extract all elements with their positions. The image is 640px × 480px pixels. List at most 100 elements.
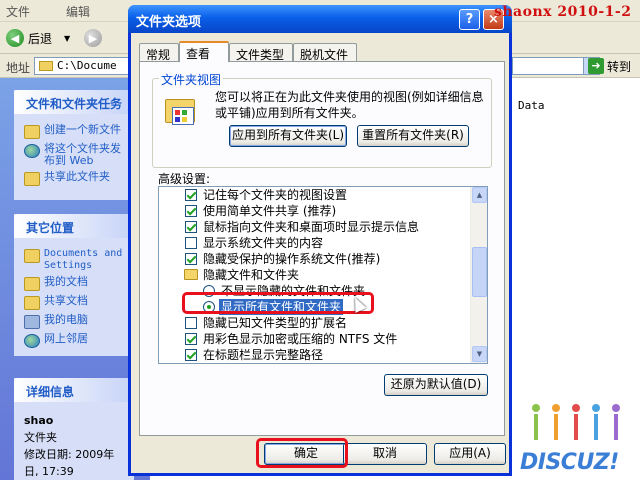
logo-figure-icon — [610, 404, 622, 444]
logo-figure-icon — [590, 404, 602, 444]
task-label: 共享此文件夹 — [44, 170, 110, 183]
task-label: 创建一个新文件 — [44, 123, 121, 136]
setting-label: 隐藏已知文件类型的扩展名 — [203, 316, 348, 330]
forward-arrow-icon[interactable]: ▶ — [84, 29, 102, 47]
restore-defaults-button[interactable]: 还原为默认值(D) — [384, 374, 488, 396]
place-documents-settings[interactable]: Documents and Settings — [14, 246, 134, 274]
watermark: shaonx 2010-1-2 — [494, 4, 632, 20]
discuz-logo: DISCUZ! — [520, 390, 638, 478]
checkbox[interactable] — [185, 221, 197, 233]
folder-icon — [24, 249, 40, 263]
setting-hide-protected[interactable]: 隐藏受保护的操作系统文件(推荐) — [159, 251, 469, 267]
my-documents-icon — [24, 277, 40, 291]
logo-figure-icon — [570, 404, 582, 444]
setting-label: 用彩色显示加密或压缩的 NTFS 文件 — [203, 332, 398, 346]
folder-icon — [184, 269, 198, 280]
setting-simple-sharing[interactable]: 使用简单文件共享 (推荐) — [159, 203, 469, 219]
place-label: Documents and Settings — [44, 248, 123, 271]
tab-general[interactable]: 常规 — [139, 43, 179, 62]
address-dropdown-field[interactable]: ▼ — [512, 57, 600, 75]
address-input[interactable]: C:\Docume — [34, 57, 134, 75]
place-label: 我的文档 — [44, 275, 88, 288]
tab-view[interactable]: 查看 — [179, 41, 229, 62]
back-button[interactable]: ◀ 后退 ▼ — [6, 27, 70, 49]
setting-color-ntfs[interactable]: 用彩色显示加密或压缩的 NTFS 文件 — [159, 331, 469, 347]
scroll-up-icon[interactable]: ▲ — [472, 187, 487, 203]
view-tab-panel: 文件夹视图 您可以将正在为此文件夹使用的视图(例如详细信息或平铺)应用到所有文件… — [139, 61, 505, 436]
reset-all-folders-button[interactable]: 重置所有文件夹(R) — [357, 125, 469, 147]
place-shared-documents[interactable]: 共享文档 — [14, 293, 134, 312]
advanced-settings-label: 高级设置: — [158, 172, 211, 186]
tab-file-types[interactable]: 文件类型 — [229, 43, 293, 62]
menu-file[interactable]: 文件 — [6, 3, 30, 20]
address-label: 地址 — [6, 61, 31, 75]
folder-views-group: 文件夹视图 您可以将正在为此文件夹使用的视图(例如详细信息或平铺)应用到所有文件… — [152, 71, 492, 168]
setting-system-folders[interactable]: 显示系统文件夹的内容 — [159, 235, 469, 251]
checkbox[interactable] — [185, 317, 197, 329]
folder-views-icon — [163, 95, 199, 129]
folder-options-dialog: 文件夹选项 ? × 常规 查看 文件类型 脱机文件 文件夹视图 您可以将正在为此… — [128, 5, 512, 476]
place-network[interactable]: 网上邻居 — [14, 331, 134, 350]
cancel-button[interactable]: 取消 — [343, 443, 427, 465]
apply-button[interactable]: 应用(A) — [434, 443, 506, 465]
scroll-down-icon[interactable]: ▼ — [472, 346, 487, 362]
checkbox[interactable] — [185, 349, 197, 361]
places-panel-title[interactable]: 其它位置 — [14, 214, 134, 238]
new-folder-icon — [24, 125, 40, 139]
task-label: 将这个文件夹发布到 Web — [44, 142, 121, 167]
place-my-computer[interactable]: 我的电脑 — [14, 312, 134, 331]
back-label: 后退 — [28, 31, 53, 46]
dialog-titlebar[interactable]: 文件夹选项 ? × — [128, 5, 512, 33]
tab-offline-files[interactable]: 脱机文件 — [293, 43, 357, 62]
setting-label: 记住每个文件夹的视图设置 — [203, 188, 348, 202]
setting-remember-view[interactable]: 记住每个文件夹的视图设置 — [159, 187, 469, 203]
checkbox[interactable] — [185, 205, 197, 217]
tasks-panel-title[interactable]: 文件和文件夹任务 — [14, 90, 134, 114]
logo-figure-icon — [550, 404, 562, 444]
details-panel-title[interactable]: 详细信息 — [14, 378, 134, 402]
folder-views-title: 文件夹视图 — [159, 71, 224, 88]
logo-figure-icon — [530, 404, 542, 444]
task-publish-web[interactable]: 将这个文件夹发布到 Web — [14, 141, 134, 169]
task-share-folder[interactable]: 共享此文件夹 — [14, 169, 134, 188]
folder-views-description: 您可以将正在为此文件夹使用的视图(例如详细信息或平铺)应用到所有文件夹。 — [215, 90, 484, 120]
back-dropdown-icon[interactable]: ▼ — [64, 34, 70, 43]
setting-label: 鼠标指向文件夹和桌面项时显示提示信息 — [203, 220, 420, 234]
checkbox[interactable] — [185, 237, 197, 249]
place-label: 我的电脑 — [44, 313, 88, 326]
place-label: 网上邻居 — [44, 332, 88, 345]
checkbox[interactable] — [185, 189, 197, 201]
shared-documents-icon — [24, 296, 40, 310]
scroll-thumb[interactable] — [472, 247, 487, 297]
setting-label: 隐藏文件和文件夹 — [203, 268, 300, 282]
setting-label: 显示系统文件夹的内容 — [203, 236, 324, 250]
places-panel: 其它位置 Documents and Settings 我的文档 共享文档 我的… — [14, 214, 134, 356]
detail-name: shao — [24, 414, 54, 427]
checkbox[interactable] — [185, 253, 197, 265]
annotation-highlight-show-all — [182, 292, 374, 314]
menu-edit[interactable]: 编辑 — [66, 3, 90, 20]
setting-show-tooltips[interactable]: 鼠标指向文件夹和桌面项时显示提示信息 — [159, 219, 469, 235]
settings-scrollbar[interactable]: ▲ ▼ — [470, 187, 487, 363]
go-arrow-icon: ➜ — [588, 58, 604, 74]
task-new-folder[interactable]: 创建一个新文件 — [14, 122, 134, 141]
setting-group-hidden-files: 隐藏文件和文件夹 — [159, 267, 469, 283]
detail-modified: 修改日期: 2009年 — [24, 448, 115, 461]
detail-type: 文件夹 — [24, 431, 57, 444]
setting-hide-extensions[interactable]: 隐藏已知文件类型的扩展名 — [159, 315, 469, 331]
advanced-settings-list[interactable]: 记住每个文件夹的视图设置 使用简单文件共享 (推荐) 鼠标指向文件夹和桌面项时显… — [158, 186, 488, 364]
setting-label: 在标题栏显示完整路径 — [203, 348, 324, 362]
setting-full-path-title[interactable]: 在标题栏显示完整路径 — [159, 347, 469, 363]
apply-to-all-folders-button[interactable]: 应用到所有文件夹(L) — [229, 125, 347, 147]
go-label: 转到 — [607, 59, 632, 74]
go-button[interactable]: ➜ 转到 — [588, 57, 631, 75]
address-value: C:\Docume — [57, 59, 117, 72]
place-my-documents[interactable]: 我的文档 — [14, 274, 134, 293]
discuz-logo-text: DISCUZ! — [520, 450, 619, 475]
file-name-fragment[interactable]: Data — [518, 99, 545, 112]
checkbox[interactable] — [185, 333, 197, 345]
back-arrow-icon: ◀ — [6, 29, 24, 47]
help-button[interactable]: ? — [459, 9, 480, 30]
annotation-highlight-ok — [256, 438, 348, 468]
place-label: 共享文档 — [44, 294, 88, 307]
